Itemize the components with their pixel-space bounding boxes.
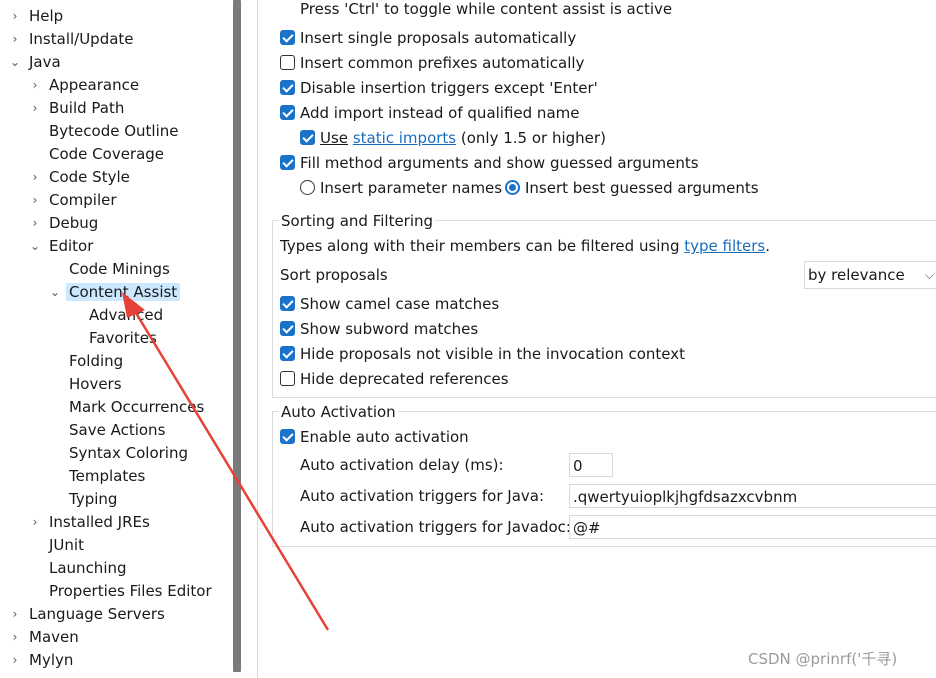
annotation-arrow-line	[131, 307, 330, 631]
annotation-arrowhead	[122, 292, 145, 318]
annotation-arrow	[122, 292, 330, 631]
watermark: CSDN @prinrf('千寻)	[748, 650, 898, 668]
